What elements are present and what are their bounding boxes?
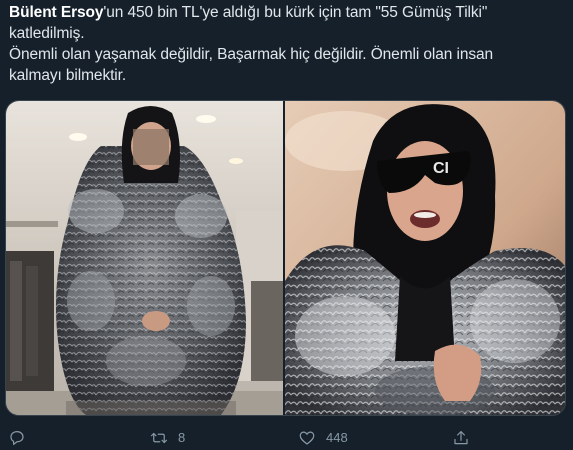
reply-icon	[10, 430, 24, 445]
tweet-text-line1: 'un 450 bin TL'ye aldığı bu kürk için ta…	[103, 4, 488, 21]
retweet-count: 8	[178, 430, 186, 445]
tweet-text-line3: Önemli olan yaşamak değildir, Başarmak h…	[9, 46, 494, 63]
fur-coat-photo-left-image	[6, 101, 283, 415]
author-mention[interactable]: Bülent Ersoy	[9, 4, 104, 21]
fur-coat-photo-right[interactable]: CI	[285, 101, 565, 415]
tweet-text-line2: katledilmiş.	[9, 25, 85, 42]
tweet-paragraph-1: Bülent Ersoy'un 450 bin TL'ye aldığı bu …	[9, 2, 564, 44]
sunglasses-logo: CI	[433, 160, 449, 177]
heart-icon	[299, 431, 315, 445]
tweet-card[interactable]: Bülent Ersoy'un 450 bin TL'ye aldığı bu …	[0, 0, 573, 450]
share-button[interactable]	[452, 425, 470, 450]
tweet-actions: 8 448	[0, 425, 573, 450]
reply-button[interactable]	[8, 425, 36, 450]
tweet-text-line4: kalmayı bilmektir.	[9, 67, 127, 84]
like-button[interactable]: 448	[298, 425, 348, 450]
tweet-paragraph-2: Önemli olan yaşamak değildir, Başarmak h…	[9, 44, 564, 86]
retweet-button[interactable]: 8	[150, 425, 185, 450]
fur-coat-photo-left[interactable]	[6, 101, 285, 415]
like-count: 448	[326, 430, 348, 445]
share-icon	[454, 430, 468, 444]
tweet-media: CI	[5, 100, 566, 416]
retweet-icon	[150, 432, 168, 443]
tweet-text: Bülent Ersoy'un 450 bin TL'ye aldığı bu …	[9, 2, 564, 86]
fur-coat-photo-right-image: CI	[285, 101, 565, 415]
